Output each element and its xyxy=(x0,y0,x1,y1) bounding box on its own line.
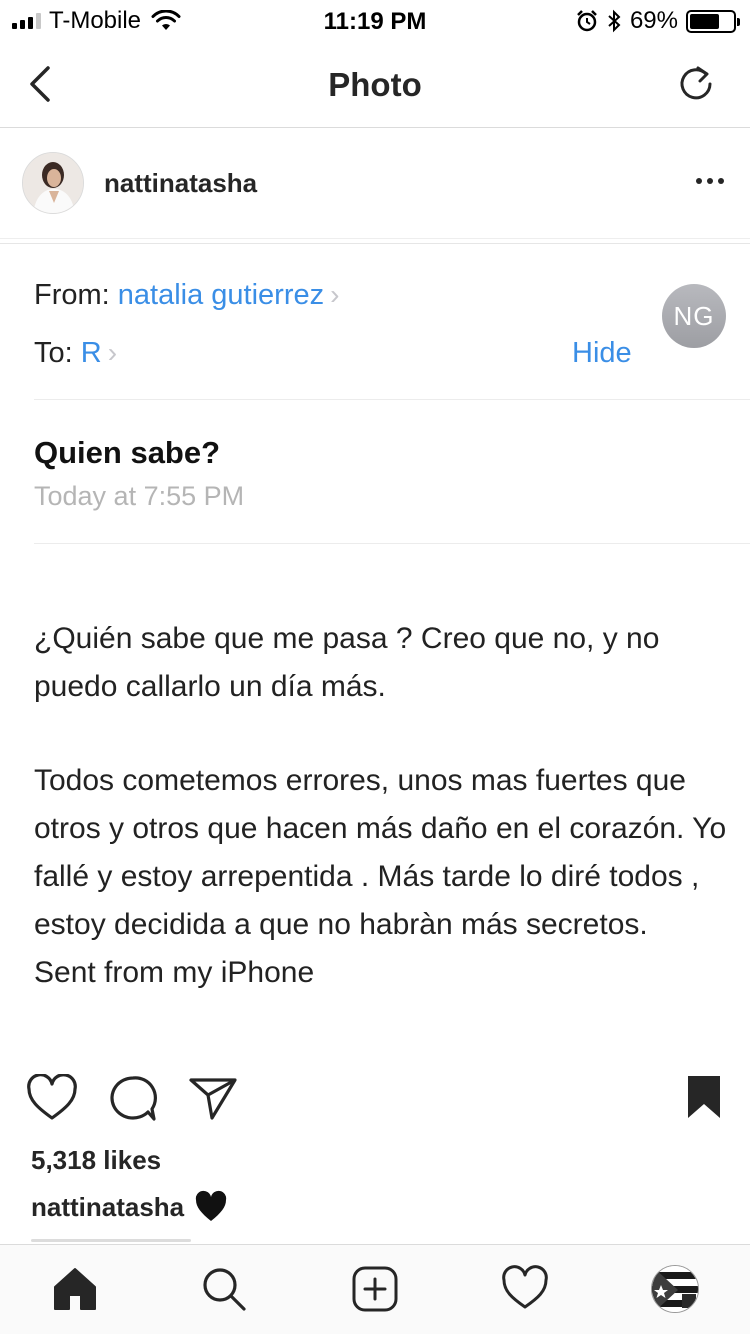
black-heart-icon xyxy=(196,1190,227,1221)
likes-count[interactable]: 5,318 likes xyxy=(31,1145,161,1176)
more-dots-icon[interactable] xyxy=(696,178,724,184)
profile-flag-image xyxy=(652,1266,698,1312)
caption: nattinatasha xyxy=(31,1190,228,1224)
nav-bar: Photo xyxy=(0,40,750,128)
bookmark-icon[interactable] xyxy=(686,1074,722,1120)
hide-link: Hide xyxy=(572,337,632,369)
to-label: To: xyxy=(34,337,73,369)
comment-icon[interactable] xyxy=(108,1074,158,1124)
divider xyxy=(34,399,750,400)
chevron-right-icon: › xyxy=(330,279,340,310)
caption-username[interactable]: nattinatasha xyxy=(31,1192,184,1223)
search-icon[interactable] xyxy=(200,1265,248,1313)
post-actions xyxy=(0,1070,750,1130)
alarm-icon xyxy=(577,10,597,32)
email-paragraph-2: Todos cometemos errores, unos mas fuerte… xyxy=(34,757,734,997)
from-name: natalia gutierrez xyxy=(117,279,325,311)
email-from-row: From: natalia gutierrez › xyxy=(34,279,339,312)
status-bar: T-Mobile 11:19 PM 69% xyxy=(0,0,750,40)
profile-avatar[interactable] xyxy=(651,1265,699,1313)
email-subject: Quien sabe? xyxy=(34,435,221,470)
view-comments-cutoff xyxy=(31,1236,231,1244)
email-signature: Sent from my iPhone xyxy=(34,956,315,989)
battery-percent: 69% xyxy=(629,7,678,34)
share-send-icon[interactable] xyxy=(188,1074,238,1122)
battery-level xyxy=(690,13,719,29)
status-right: 69% xyxy=(576,7,740,34)
refresh-icon[interactable] xyxy=(676,64,716,104)
to-name: R xyxy=(80,337,102,369)
chevron-right-icon: › xyxy=(107,337,118,368)
post-header: nattinatasha xyxy=(0,128,750,238)
avatar-image xyxy=(23,153,83,213)
email-paragraph-1: ¿Quién sabe que me pasa ? Creo que no, y… xyxy=(34,622,660,703)
divider xyxy=(0,243,750,244)
avatar[interactable] xyxy=(22,152,84,214)
divider xyxy=(34,543,750,544)
from-label: From: xyxy=(34,279,110,311)
battery-icon xyxy=(686,9,740,33)
sender-initials-badge: NG xyxy=(662,284,726,348)
email-date: Today at 7:55 PM xyxy=(34,481,245,511)
post-username[interactable]: nattinatasha xyxy=(104,168,257,199)
home-icon[interactable] xyxy=(51,1265,99,1313)
email-to-row: To: R › xyxy=(34,337,117,370)
like-heart-icon[interactable] xyxy=(26,1074,78,1122)
page-title: Photo xyxy=(328,66,422,103)
bluetooth-icon xyxy=(608,9,621,33)
email-paragraph-2-text: Todos cometemos errores, unos mas fuerte… xyxy=(34,764,727,941)
new-post-icon[interactable] xyxy=(351,1265,399,1313)
tab-bar xyxy=(0,1244,750,1334)
post-photo[interactable]: From: natalia gutierrez › To: R › Hide NG … xyxy=(0,238,750,1053)
activity-heart-icon[interactable] xyxy=(501,1265,549,1313)
